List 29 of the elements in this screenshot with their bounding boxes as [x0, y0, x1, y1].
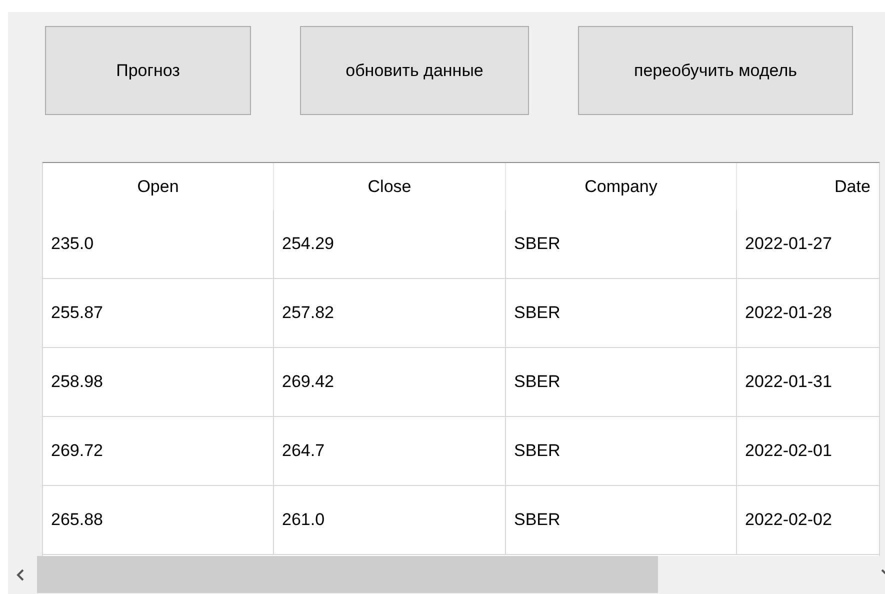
table-cell: 264.7 — [274, 417, 506, 486]
table-cell: 257.82 — [274, 279, 506, 348]
action-button[interactable]: переобучить модель — [578, 26, 853, 115]
column-header[interactable]: Open — [43, 163, 274, 210]
table-cell: 2022-02-01 — [737, 417, 879, 486]
table-cell: 2022-01-31 — [737, 348, 879, 417]
action-button[interactable]: обновить данные — [300, 26, 529, 115]
scroll-left-icon[interactable] — [16, 568, 25, 580]
column-header[interactable]: Close — [274, 163, 506, 210]
table-cell: SBER — [506, 348, 737, 417]
table-cell: 269.72 — [43, 417, 274, 486]
table-cell: 2022-01-27 — [737, 210, 879, 279]
table-cell: 269.42 — [274, 348, 506, 417]
table-cell: 2022-02-02 — [737, 486, 879, 555]
action-button[interactable]: Прогноз — [45, 26, 251, 115]
table-cell: SBER — [506, 210, 737, 279]
column-header[interactable]: Date — [737, 163, 879, 210]
table-cell: SBER — [506, 279, 737, 348]
table-cell: 261.0 — [274, 486, 506, 555]
table-cell: 255.87 — [43, 279, 274, 348]
table-cell: 265.88 — [43, 486, 274, 555]
table-cell: SBER — [506, 417, 737, 486]
scrollbar-thumb[interactable] — [36, 556, 658, 593]
table-cell: SBER — [506, 486, 737, 555]
column-header[interactable]: Company — [506, 163, 737, 210]
table-cell: 258.98 — [43, 348, 274, 417]
table-cell: 235.0 — [43, 210, 274, 279]
table-cell: 254.29 — [274, 210, 506, 279]
table-cell: 2022-01-28 — [737, 279, 879, 348]
